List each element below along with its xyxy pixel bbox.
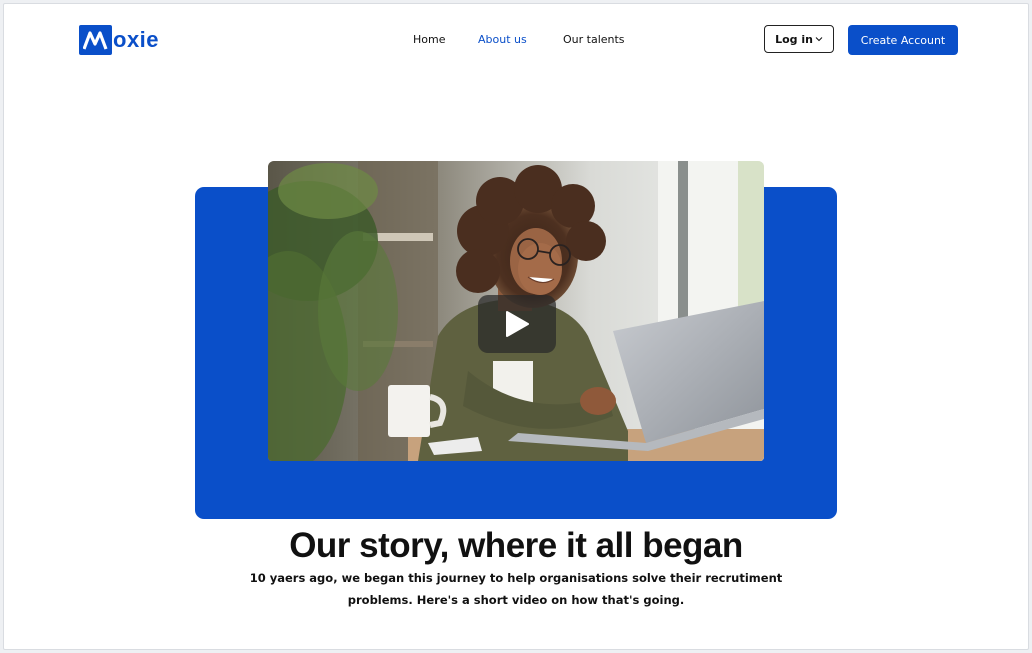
nav-item-about-us[interactable]: About us xyxy=(478,33,527,46)
create-account-button[interactable]: Create Account xyxy=(848,25,958,55)
page: oxie Home About us Our talents Log in Cr… xyxy=(3,3,1029,650)
nav-item-home[interactable]: Home xyxy=(413,33,445,46)
play-button[interactable] xyxy=(478,295,556,353)
login-button[interactable]: Log in xyxy=(764,25,834,53)
play-icon xyxy=(506,311,529,337)
story-body: 10 yaers ago, we began this journey to h… xyxy=(249,571,783,607)
nav-item-our-talents[interactable]: Our talents xyxy=(563,33,625,46)
chevron-down-icon xyxy=(815,36,823,42)
video-player[interactable] xyxy=(268,161,764,461)
login-button-label: Log in xyxy=(775,32,813,46)
create-account-label: Create Account xyxy=(860,33,946,47)
story-heading: Our story, where it all began xyxy=(289,526,743,565)
